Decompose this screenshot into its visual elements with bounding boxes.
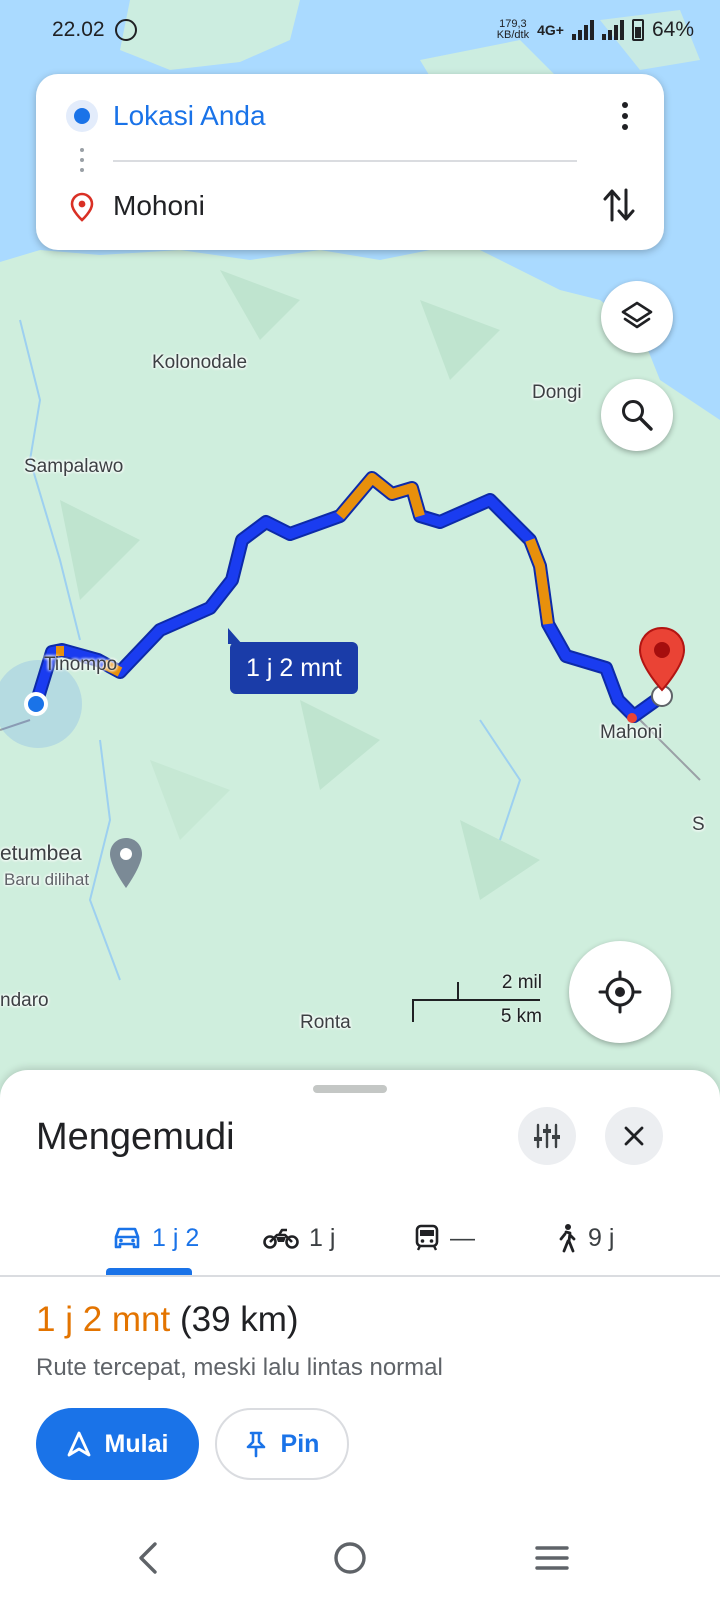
tab-transit[interactable]: — (414, 1200, 475, 1276)
scale-imperial: 2 mil (501, 972, 542, 993)
start-navigation-button[interactable]: Mulai (36, 1408, 199, 1480)
whatsapp-icon (114, 19, 137, 41)
destination-row[interactable]: Mohoni (36, 176, 664, 236)
route-description: Rute tercepat, meski lalu lintas normal (36, 1354, 443, 1381)
origin-field[interactable]: Lokasi Anda (113, 100, 266, 132)
more-vert-icon[interactable] (622, 102, 628, 130)
map-scale: 2 mil 5 km (412, 972, 542, 1027)
route-duration: 1 j 2 mnt (36, 1300, 171, 1339)
pin-label: Pin (280, 1429, 320, 1458)
navigation-arrow-icon (67, 1431, 90, 1457)
scale-metric: 5 km (500, 1006, 542, 1027)
layers-icon (621, 301, 653, 329)
close-icon (624, 1126, 644, 1146)
sheet-title: Mengemudi (36, 1116, 235, 1158)
map-label-dongi: Dongi (532, 382, 582, 403)
battery-icon (631, 19, 644, 41)
route-summary: 1 j 2 mnt (39 km) (36, 1300, 299, 1340)
search-icon (622, 400, 653, 431)
layers-button[interactable] (601, 281, 673, 353)
my-location-icon (598, 970, 642, 1014)
directions-card: Lokasi Anda Mohoni (36, 74, 664, 250)
tab-motorcycle-label: 1 j (309, 1223, 336, 1252)
place-pin-icon[interactable] (108, 836, 144, 890)
route-options-button[interactable] (518, 1107, 576, 1165)
map-label-tinompo: Tinompo (44, 654, 118, 675)
start-label: Mulai (104, 1429, 169, 1458)
car-icon (114, 1227, 140, 1249)
status-bar: 22.02 179,3 KB/dtk 4G+ 64% (0, 0, 720, 60)
signal-icon (571, 20, 594, 40)
map-label-ronta: Ronta (300, 1012, 351, 1033)
network-type: 4G+ (537, 22, 564, 38)
tab-driving-label: 1 j 2 (152, 1223, 200, 1252)
directions-sheet: Mengemudi 1 j 2 1 j — 9 j 1 j 2 mnt (39 … (0, 1070, 720, 1612)
pin-trip-button[interactable]: Pin (215, 1408, 349, 1480)
map-label-ndaro: ndaro (0, 990, 49, 1011)
signal-icon-2 (601, 20, 624, 40)
back-icon (139, 1542, 157, 1574)
route-distance: (39 km) (179, 1300, 299, 1339)
data-rate-unit: KB/dtk (496, 29, 530, 41)
home-icon (334, 1542, 366, 1574)
search-along-route-button[interactable] (601, 379, 673, 451)
motorcycle-icon (263, 1228, 299, 1249)
walk-icon (559, 1224, 576, 1253)
menu-icon (535, 1546, 569, 1570)
sheet-drag-handle[interactable] (313, 1085, 387, 1093)
field-divider (113, 160, 577, 162)
map-label-sampalawo: Sampalawo (24, 456, 124, 477)
tab-motorcycle[interactable]: 1 j (263, 1200, 335, 1276)
map-label-mahoni: Mahoni (600, 722, 663, 743)
route-duration-chip[interactable]: 1 j 2 mnt (228, 628, 358, 694)
tab-walking[interactable]: 9 j (556, 1200, 614, 1276)
home-button[interactable] (320, 1528, 380, 1588)
route-dots-icon (80, 148, 84, 172)
tab-walking-label: 9 j (588, 1223, 615, 1252)
tune-icon (534, 1123, 560, 1149)
location-pin-icon (70, 192, 94, 222)
system-nav-bar (0, 1506, 720, 1612)
close-button[interactable] (605, 1107, 663, 1165)
swap-icon[interactable] (602, 186, 636, 224)
travel-mode-tabs: 1 j 2 1 j — 9 j (0, 1200, 720, 1276)
origin-dot-icon (66, 100, 98, 132)
map-label-kolonodale: Kolonodale (152, 352, 248, 373)
origin-row[interactable]: Lokasi Anda (36, 86, 664, 146)
recents-button[interactable] (522, 1528, 582, 1588)
battery-level: 64% (651, 18, 694, 41)
map-label-poi-sub: Baru dilihat (4, 870, 90, 889)
map-label-edge: S (692, 814, 705, 835)
destination-field[interactable]: Mohoni (113, 190, 205, 222)
transit-icon (415, 1224, 439, 1251)
data-rate: 179,3 KB/dtk (497, 19, 529, 41)
tab-transit-label: — (450, 1223, 475, 1252)
back-button[interactable] (118, 1528, 178, 1588)
pin-icon (246, 1431, 265, 1458)
my-location-button[interactable] (569, 941, 671, 1043)
tabs-divider (0, 1275, 720, 1277)
map-label-poi[interactable]: etumbea (0, 842, 82, 866)
tab-driving[interactable]: 1 j 2 (112, 1200, 199, 1276)
status-time: 22.02 (52, 18, 105, 41)
destination-pin-icon[interactable] (638, 626, 686, 692)
